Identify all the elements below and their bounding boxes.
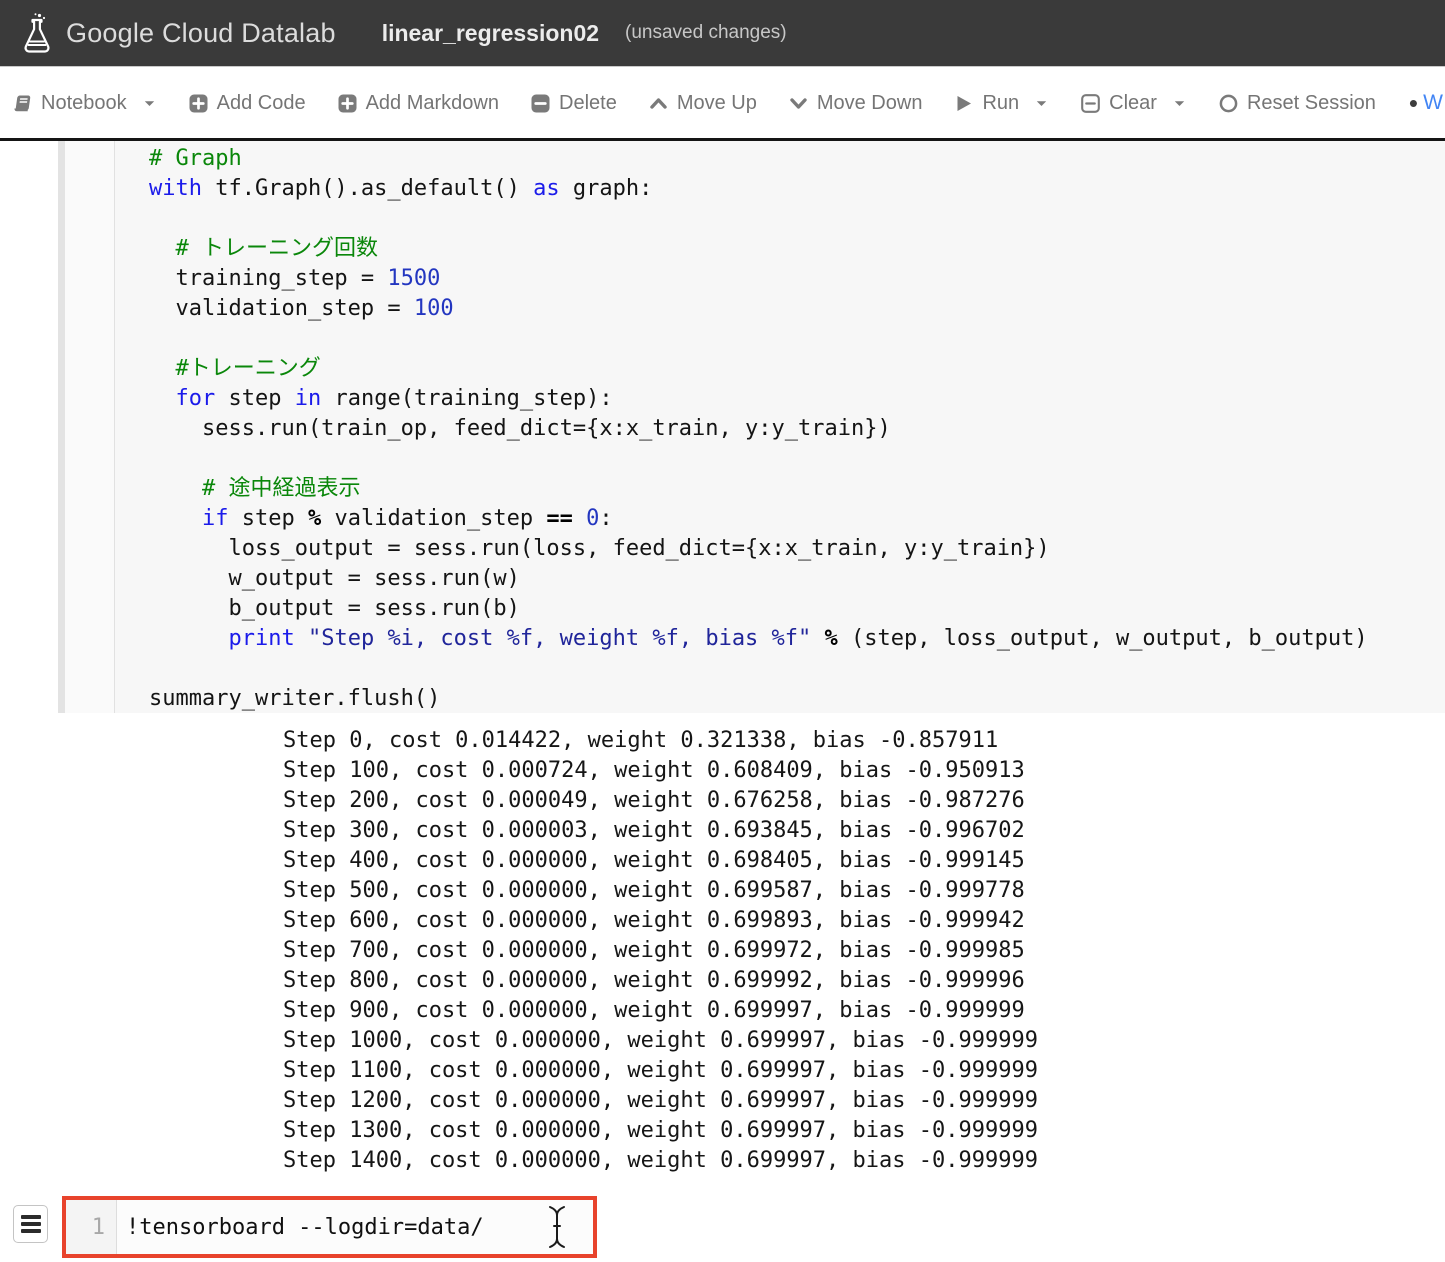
code-line: # トレーニング回数 bbox=[149, 234, 1445, 264]
tensorboard-command-input[interactable]: !tensorboard --logdir=data/ bbox=[117, 1200, 484, 1254]
app-title: Google Cloud Datalab bbox=[66, 18, 336, 49]
code-line: # 途中経過表示 bbox=[149, 474, 1445, 504]
toolbar-run-label: Run bbox=[982, 92, 1019, 115]
notebook-toolbar: Notebook Add Code Add Markdown Delete Move U… bbox=[0, 68, 1445, 141]
output-lines: Step 0, cost 0.014422, weight 0.321338, … bbox=[283, 726, 1038, 1176]
code-line: sess.run(train_op, feed_dict={x:x_train,… bbox=[149, 414, 1445, 444]
hamburger-icon bbox=[21, 1215, 41, 1219]
output-line: Step 1300, cost 0.000000, weight 0.69999… bbox=[283, 1116, 1038, 1146]
toolbar-move-up-label: Move Up bbox=[677, 92, 757, 115]
output-line: Step 100, cost 0.000724, weight 0.608409… bbox=[283, 756, 1038, 786]
toolbar-clear-label: Clear bbox=[1109, 92, 1157, 115]
code-line: with tf.Graph().as_default() as graph: bbox=[149, 174, 1445, 204]
toolbar-move-down-label: Move Down bbox=[817, 92, 923, 115]
toolbar-notebook-label: Notebook bbox=[41, 92, 127, 115]
plus-square-icon bbox=[337, 93, 358, 114]
code-line: loss_output = sess.run(loss, feed_dict={… bbox=[149, 534, 1445, 564]
code-line: for step in range(training_step): bbox=[149, 384, 1445, 414]
line-number: 1 bbox=[92, 1215, 116, 1240]
toolbar-move-down-button[interactable]: Move Down bbox=[788, 92, 923, 115]
circle-icon bbox=[1218, 93, 1239, 114]
code-cell[interactable]: # Graphwith tf.Graph().as_default() as g… bbox=[58, 141, 1445, 713]
notebook-icon bbox=[12, 93, 33, 114]
code-lines[interactable]: # Graphwith tf.Graph().as_default() as g… bbox=[115, 141, 1445, 713]
code-line: if step % validation_step == 0: bbox=[149, 504, 1445, 534]
toolbar-items: Notebook Add Code Add Markdown Delete Move U… bbox=[12, 88, 1418, 119]
cell-left-strip bbox=[58, 141, 65, 713]
output-line: Step 300, cost 0.000003, weight 0.693845… bbox=[283, 816, 1038, 846]
output-line: Step 900, cost 0.000000, weight 0.699997… bbox=[283, 996, 1038, 1026]
toolbar-run-button[interactable]: Run bbox=[953, 92, 1049, 115]
output-line: Step 200, cost 0.000049, weight 0.676258… bbox=[283, 786, 1038, 816]
code-line bbox=[149, 324, 1445, 354]
notebook-title[interactable]: linear_regression02 bbox=[382, 20, 599, 47]
chevron-down-icon[interactable] bbox=[1034, 96, 1049, 111]
datalab-flask-icon bbox=[20, 12, 54, 54]
code-line: training_step = 1500 bbox=[149, 264, 1445, 294]
output-line: Step 800, cost 0.000000, weight 0.699992… bbox=[283, 966, 1038, 996]
partial-link-w[interactable]: W bbox=[1423, 91, 1443, 115]
overflow-dot: • bbox=[1409, 88, 1418, 119]
plus-square-icon bbox=[188, 93, 209, 114]
code-line bbox=[149, 654, 1445, 684]
code-line: print "Step %i, cost %f, weight %f, bias… bbox=[149, 624, 1445, 654]
line-number-gutter: 1 bbox=[66, 1200, 117, 1254]
toolbar-add-markdown-button[interactable]: Add Markdown bbox=[337, 92, 499, 115]
cell-menu-button[interactable] bbox=[13, 1205, 48, 1243]
code-line bbox=[149, 444, 1445, 474]
chevron-down-icon[interactable] bbox=[1172, 96, 1187, 111]
toolbar-reset-session-button[interactable]: Reset Session bbox=[1218, 92, 1376, 115]
chevron-down-icon[interactable] bbox=[142, 96, 157, 111]
code-line: #トレーニング bbox=[149, 354, 1445, 384]
chevron-up-icon bbox=[648, 93, 669, 114]
cell-gutter bbox=[65, 141, 115, 713]
code-line: summary_writer.flush() bbox=[149, 684, 1445, 714]
output-line: Step 400, cost 0.000000, weight 0.698405… bbox=[283, 846, 1038, 876]
toolbar-move-up-button[interactable]: Move Up bbox=[648, 92, 757, 115]
tensorboard-cell-highlighted[interactable]: 1 !tensorboard --logdir=data/ bbox=[62, 1196, 597, 1258]
output-line: Step 1100, cost 0.000000, weight 0.69999… bbox=[283, 1056, 1038, 1086]
unsaved-changes-status: (unsaved changes) bbox=[625, 22, 787, 44]
code-line: w_output = sess.run(w) bbox=[149, 564, 1445, 594]
output-line: Step 0, cost 0.014422, weight 0.321338, … bbox=[283, 726, 1038, 756]
output-line: Step 500, cost 0.000000, weight 0.699587… bbox=[283, 876, 1038, 906]
app-header: Google Cloud Datalab linear_regression02… bbox=[0, 0, 1445, 67]
code-line: # Graph bbox=[149, 144, 1445, 174]
toolbar-delete-label: Delete bbox=[559, 92, 617, 115]
minus-square-icon bbox=[530, 93, 551, 114]
code-line bbox=[149, 204, 1445, 234]
output-line: Step 600, cost 0.000000, weight 0.699893… bbox=[283, 906, 1038, 936]
chevron-down-icon bbox=[788, 93, 809, 114]
code-line: b_output = sess.run(b) bbox=[149, 594, 1445, 624]
output-line: Step 1200, cost 0.000000, weight 0.69999… bbox=[283, 1086, 1038, 1116]
output-line: Step 700, cost 0.000000, weight 0.699972… bbox=[283, 936, 1038, 966]
code-line: validation_step = 100 bbox=[149, 294, 1445, 324]
play-icon bbox=[953, 93, 974, 114]
clear-square-icon bbox=[1080, 93, 1101, 114]
output-line: Step 1000, cost 0.000000, weight 0.69999… bbox=[283, 1026, 1038, 1056]
toolbar-notebook-button[interactable]: Notebook bbox=[12, 92, 157, 115]
toolbar-reset-session-label: Reset Session bbox=[1247, 92, 1376, 115]
toolbar-add-markdown-label: Add Markdown bbox=[366, 92, 499, 115]
toolbar-add-code-button[interactable]: Add Code bbox=[188, 92, 306, 115]
output-line: Step 1400, cost 0.000000, weight 0.69999… bbox=[283, 1146, 1038, 1176]
toolbar-delete-button[interactable]: Delete bbox=[530, 92, 617, 115]
text-cursor-icon bbox=[546, 1203, 568, 1251]
toolbar-add-code-label: Add Code bbox=[217, 92, 306, 115]
toolbar-clear-button[interactable]: Clear bbox=[1080, 92, 1187, 115]
